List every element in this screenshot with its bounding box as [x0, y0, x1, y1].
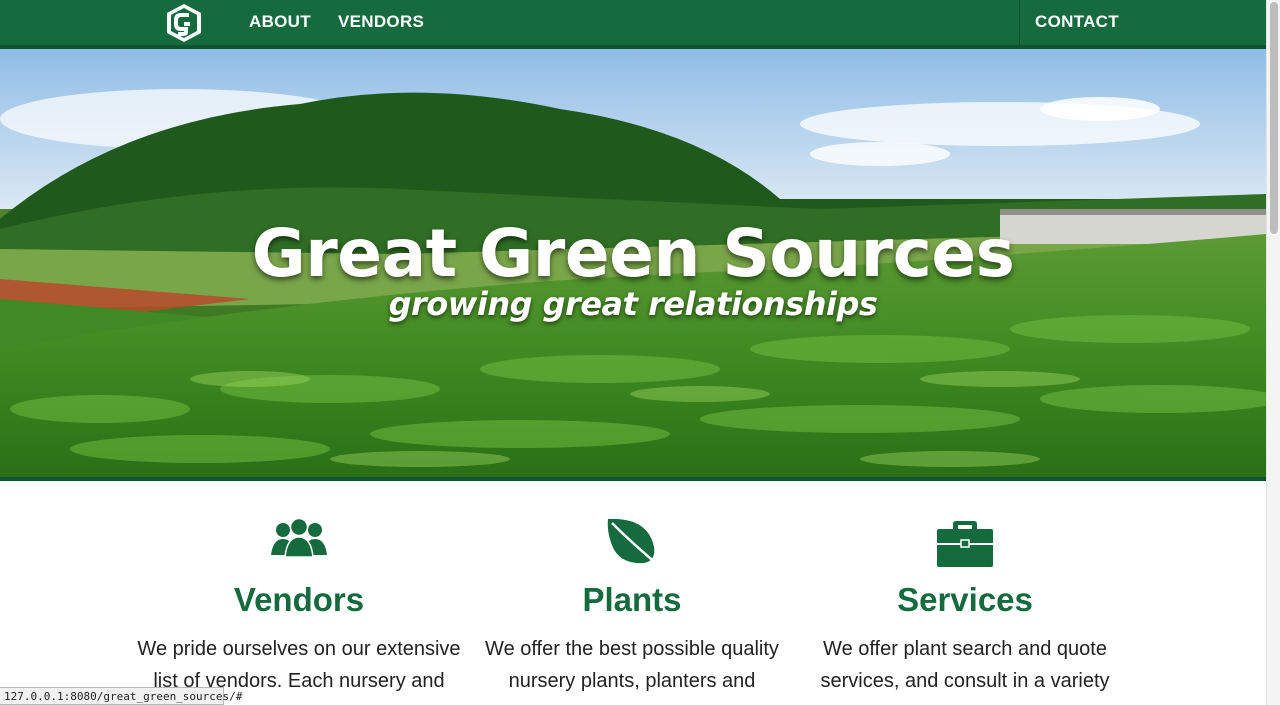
hero-banner: Great Green Sources growing great relati… [0, 49, 1266, 477]
feature-text: We offer the best possible quality nurse… [485, 638, 779, 692]
nav-divider [1019, 0, 1020, 45]
leaf-icon [607, 518, 659, 566]
feature-title: Services [897, 581, 1033, 618]
nav-about-link[interactable]: ABOUT [249, 12, 311, 32]
briefcase-icon [937, 521, 993, 567]
nav-vendors-link[interactable]: VENDORS [338, 12, 424, 32]
top-navbar: ABOUT VENDORS CONTACT [0, 0, 1266, 49]
feature-title: Vendors [233, 581, 365, 618]
vertical-scrollbar[interactable] [1266, 0, 1280, 705]
nav-contact-link[interactable]: CONTACT [1035, 12, 1119, 32]
feature-text: We offer plant search and quote services… [820, 638, 1110, 692]
hero-title: Great Green Sources [251, 215, 1015, 292]
hero-subtitle: growing great relationships [388, 285, 878, 323]
users-icon [271, 517, 327, 557]
browser-status-url: 127.0.0.1:8080/great_green_sources/# [0, 687, 242, 705]
hero-divider [0, 477, 1266, 481]
logo-icon[interactable] [165, 3, 203, 43]
scrollbar-thumb[interactable] [1270, 2, 1278, 234]
feature-title: Plants [582, 581, 682, 618]
